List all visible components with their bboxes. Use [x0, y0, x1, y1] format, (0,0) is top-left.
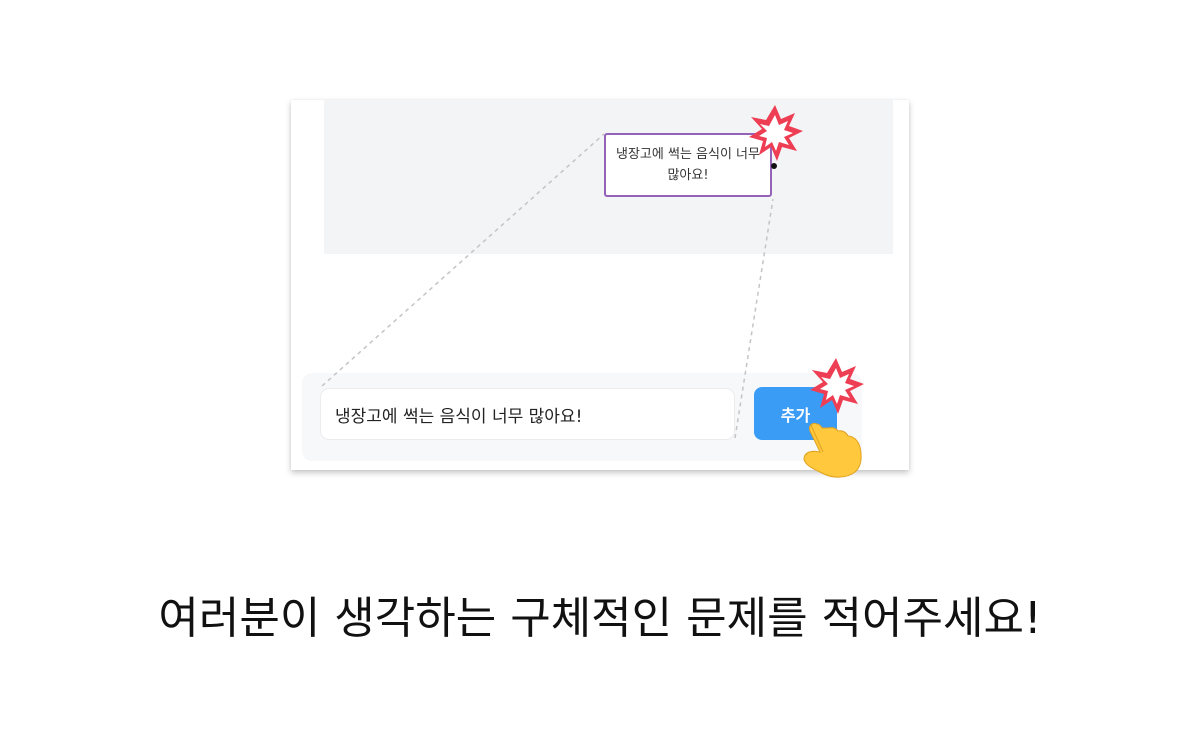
todo-input[interactable] — [320, 388, 735, 440]
sticky-note[interactable]: 냉장고에 썩는 음식이 너무 많아요! — [604, 133, 772, 197]
add-button[interactable]: 추가 — [754, 387, 837, 440]
caption-title: 여러분이 생각하는 구체적인 문제를 적어주세요! — [158, 593, 1042, 644]
sticky-note-text: 냉장고에 썩는 음식이 너무 많아요! — [616, 147, 760, 183]
stage: 냉장고에 썩는 음식이 너무 많아요! 추가 여러분이 생각하는 구체적인 문제… — [0, 0, 1200, 750]
note-resize-handle[interactable] — [771, 163, 777, 169]
